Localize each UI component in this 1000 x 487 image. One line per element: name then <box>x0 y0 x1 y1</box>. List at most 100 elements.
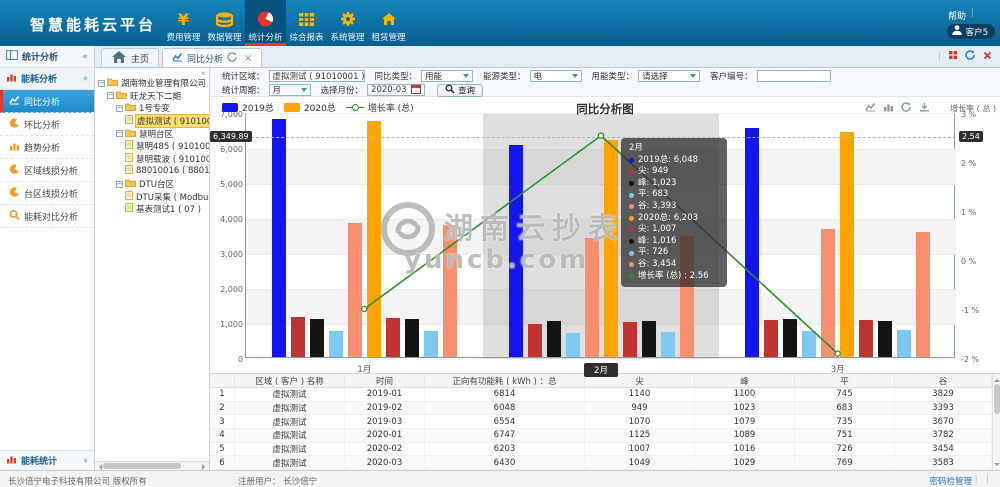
tooltip-row: 谷: 3,393 <box>629 201 719 213</box>
scrollbar-thumb[interactable] <box>994 384 1000 414</box>
scroll-up-icon[interactable] <box>994 376 1000 382</box>
chart-panel: 2019总2020总增长率 (总) 同比分析图 增长率 ( 总 ) 7,0006… <box>210 97 1000 373</box>
table-vertical-scrollbar[interactable] <box>992 374 1000 471</box>
tree-expander-icon[interactable]: − <box>98 80 105 87</box>
sidebar-section-energy-statistics[interactable]: 能耗统计 « <box>0 450 94 470</box>
sidebar-item-同比分析[interactable]: 同比分析 <box>0 90 94 113</box>
tree-node[interactable]: 慧明载波 ( 91010004 ) <box>98 153 209 166</box>
tab-close-icon[interactable]: × <box>244 53 252 64</box>
tree-node[interactable]: 基表测试1 ( 07 ) <box>98 203 209 216</box>
tree-node[interactable]: −DTU台区 <box>98 178 209 191</box>
download-toolbar-icon[interactable] <box>919 102 930 115</box>
help-link[interactable]: 帮助 <box>948 9 966 22</box>
nav-item-pie[interactable]: 统计分析 <box>245 0 286 46</box>
tooltip-title: 2月 <box>629 143 719 155</box>
filter-select[interactable]: 电 <box>530 70 582 82</box>
tree-node[interactable]: 88010016 ( 8801 ) <box>98 165 209 178</box>
tree-expander-icon[interactable]: − <box>116 130 123 137</box>
tree-horizontal-scrollbar[interactable] <box>95 461 209 470</box>
y-axis-tick: 4,000 <box>209 215 243 224</box>
table-row[interactable]: 5虚拟测试2020-026203100710167263454 <box>210 443 1000 457</box>
series-dot-icon <box>629 274 634 279</box>
user-menu[interactable]: 客户5 <box>947 24 995 39</box>
legend-item[interactable]: 增长率 (总) <box>346 101 414 114</box>
series-dot-icon <box>629 193 634 198</box>
table-row[interactable]: 4虚拟测试2020-016747112510897513782 <box>210 429 1000 443</box>
tab-label: 主页 <box>131 52 149 65</box>
nav-item-yuan[interactable]: ¥费用管理 <box>163 0 204 46</box>
sidebar-item-label: 能耗对比分析 <box>24 210 78 223</box>
sidebar-collapse-icon[interactable]: « <box>82 52 88 62</box>
date-input[interactable]: 2020-03 <box>367 84 425 96</box>
tree-expander-icon[interactable]: − <box>116 105 123 112</box>
query-button[interactable]: 查询 <box>437 84 483 97</box>
filter-input[interactable] <box>757 70 831 82</box>
tree-node[interactable]: 慧明485 ( 91010003 ) <box>98 140 209 153</box>
tooltip-row: 尖: 1,007 <box>629 224 719 236</box>
nav-item-database[interactable]: 数据管理 <box>204 0 245 46</box>
legend-swatch <box>222 103 238 112</box>
tree-node[interactable]: DTU采集 ( Modbus_D <box>98 190 209 203</box>
nav-item-gear[interactable]: 系统管理 <box>327 0 368 46</box>
table-cell: 1 <box>210 388 235 401</box>
tree-node[interactable]: −旺龙天下二期 <box>98 90 209 103</box>
calendar-icon[interactable] <box>411 84 421 97</box>
series-dot-icon <box>629 262 634 267</box>
scrollbar-thumb[interactable] <box>103 463 181 469</box>
nav-label: 系统管理 <box>330 31 364 43</box>
refresh-toolbar-icon[interactable] <box>901 102 912 115</box>
table-row[interactable]: 3虚拟测试2019-036554107010797353670 <box>210 415 1000 429</box>
filter-select[interactable]: 请选择 <box>638 70 700 82</box>
sidebar-item-区域线损分析[interactable]: 区域线损分析 <box>0 159 94 182</box>
filter-select[interactable]: 用能 <box>421 70 473 82</box>
legend-item[interactable]: 2020总 <box>284 101 336 114</box>
chevron-up-icon[interactable]: « <box>81 76 90 81</box>
tree-expander-icon[interactable]: − <box>107 92 114 99</box>
sidebar-item-台区线损分析[interactable]: 台区线损分析 <box>0 182 94 205</box>
sidebar-panel-header[interactable]: 统计分析 « <box>0 46 94 68</box>
tab-active[interactable]: 同比分析× <box>162 48 262 67</box>
refresh-icon[interactable] <box>965 50 976 63</box>
filter-value: 2020-03 <box>371 85 407 95</box>
sidebar-item-label: 趋势分析 <box>24 141 60 154</box>
tree-node[interactable]: 虚拟测试 ( 91010001 ) <box>98 115 209 128</box>
tree-node[interactable]: −湖南物业管理有限公司 <box>98 77 209 90</box>
tree-node[interactable]: − 慧明台区 <box>98 127 209 140</box>
series-dot-icon <box>629 169 634 174</box>
sidebar-item-趋势分析[interactable]: 趋势分析 <box>0 136 94 159</box>
tree-node[interactable]: −1号专变 <box>98 102 209 115</box>
linechart-icon <box>9 95 20 108</box>
close-icon[interactable] <box>983 51 992 63</box>
tree-expander-icon[interactable]: − <box>116 181 123 188</box>
footer-link[interactable]: 密码检管理 <box>929 475 972 487</box>
table-icon <box>298 9 315 29</box>
table-row[interactable]: 2虚拟测试2019-02604894910236833393 <box>210 402 1000 416</box>
filter-select[interactable]: 月 <box>269 84 311 96</box>
pie-icon <box>257 9 274 29</box>
chevron-down-icon[interactable]: « <box>81 458 90 463</box>
sidebar-item-label: 环比分析 <box>24 118 60 131</box>
linechart-toolbar-icon[interactable] <box>865 102 876 115</box>
sidebar-item-能耗对比分析[interactable]: 能耗对比分析 <box>0 205 94 228</box>
nav-item-table[interactable]: 综合报表 <box>286 0 327 46</box>
folder-icon <box>125 178 136 190</box>
sidebar-section-energy-analysis[interactable]: 能耗分析 « <box>0 68 94 90</box>
tree-node-label: 慧明台区 <box>138 128 174 140</box>
scroll-down-icon[interactable] <box>994 463 1000 469</box>
filter-input[interactable]: 虚拟测试 ( 91010001 ) <box>269 70 365 82</box>
table-cell: 6747 <box>425 429 585 442</box>
sidebar: 统计分析 « 能耗分析 « 同比分析环比分析趋势分析区域线损分析台区线损分析能耗… <box>0 46 95 470</box>
chart-legend: 2019总 2020总增长率 (总) <box>222 101 414 114</box>
tab-refresh-icon[interactable] <box>227 52 238 65</box>
tab-home[interactable]: 主页 <box>101 48 159 67</box>
table-row[interactable]: 1虚拟测试2019-016814114011007453829 <box>210 388 1000 402</box>
y2-axis-tick: -2 % <box>961 355 993 364</box>
grid-icon[interactable] <box>948 50 958 63</box>
bars-toolbar-icon[interactable] <box>883 102 894 115</box>
legend-item[interactable]: 2019总 <box>222 101 274 114</box>
sidebar-bottom-title: 能耗统计 <box>21 454 57 467</box>
table-header-cell: 平 <box>795 374 895 387</box>
nav-item-home[interactable]: 租赁管理 <box>368 0 409 46</box>
table-row[interactable]: 6虚拟测试2020-036430104910297693583 <box>210 456 1000 470</box>
sidebar-item-环比分析[interactable]: 环比分析 <box>0 113 94 136</box>
